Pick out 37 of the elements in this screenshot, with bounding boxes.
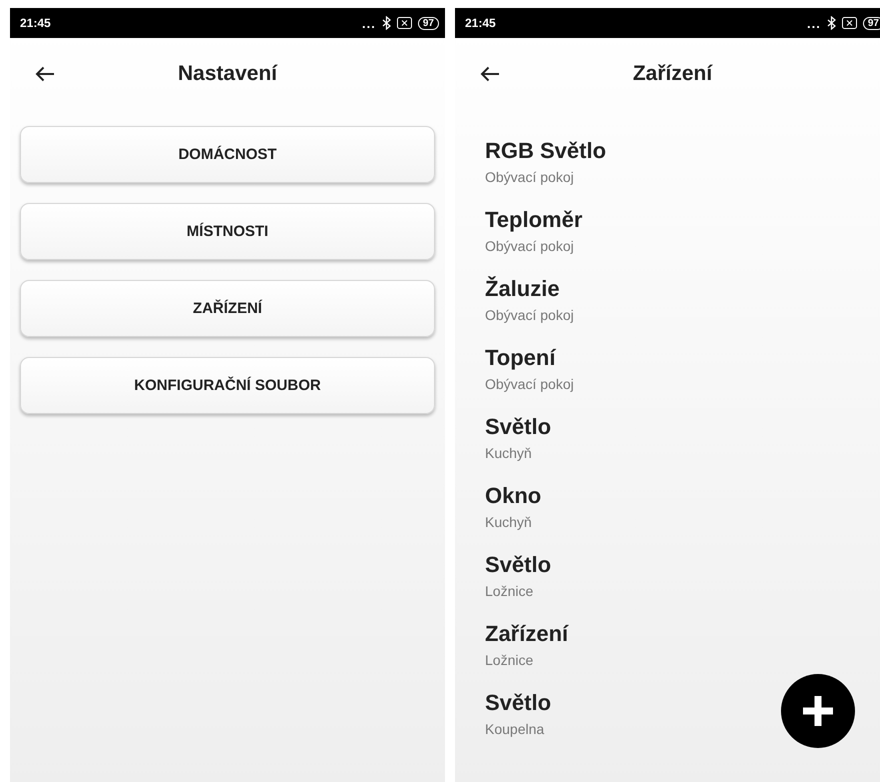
device-name[interactable]: Žaluzie [485,276,560,302]
sim-icon [842,17,857,29]
battery-indicator: 97 [862,16,880,30]
status-time: 21:45 [465,16,496,30]
device-room: Kuchyň [485,444,532,462]
device-room: Obývací pokoj [485,168,574,186]
device-name[interactable]: Světlo [485,552,552,578]
sim-icon [396,17,412,29]
menu-button[interactable]: DOMÁCNOST [20,126,435,183]
menu-button[interactable]: ZAŘÍZENÍ [20,280,435,337]
bluetooth-icon [826,16,836,30]
device-name[interactable]: RGB Světlo [485,138,606,164]
menu-button[interactable]: KONFIGURAČNÍ SOUBOR [20,357,435,414]
device-name[interactable]: Teploměr [485,207,582,233]
status-time: 21:45 [20,16,51,30]
device-room: Obývací pokoj [485,375,574,393]
device-room: Obývací pokoj [485,306,574,324]
status-dots: ... [362,16,376,30]
back-arrow-icon[interactable] [480,66,500,82]
plus-icon [800,693,836,729]
device-room: Koupelna [485,720,544,738]
device-room: Ložnice [485,651,534,669]
device-name[interactable]: Světlo [485,690,552,716]
screen-title: Zařízení [632,62,712,86]
device-name[interactable]: Zařízení [485,621,568,647]
device-name[interactable]: Topení [485,345,556,371]
bluetooth-icon [382,16,391,30]
screen-title: Nastavení [178,62,278,86]
device-room: Ložnice [485,582,534,600]
status-dots: ... [807,16,821,30]
device-room: Kuchyň [485,513,532,531]
menu-button[interactable]: MÍSTNOSTI [20,203,435,260]
device-room: Obývací pokoj [485,237,574,255]
device-name[interactable]: Světlo [485,414,552,440]
battery-indicator: 97 [418,16,439,30]
back-arrow-icon[interactable] [35,66,55,82]
device-name[interactable]: Okno [485,483,542,509]
